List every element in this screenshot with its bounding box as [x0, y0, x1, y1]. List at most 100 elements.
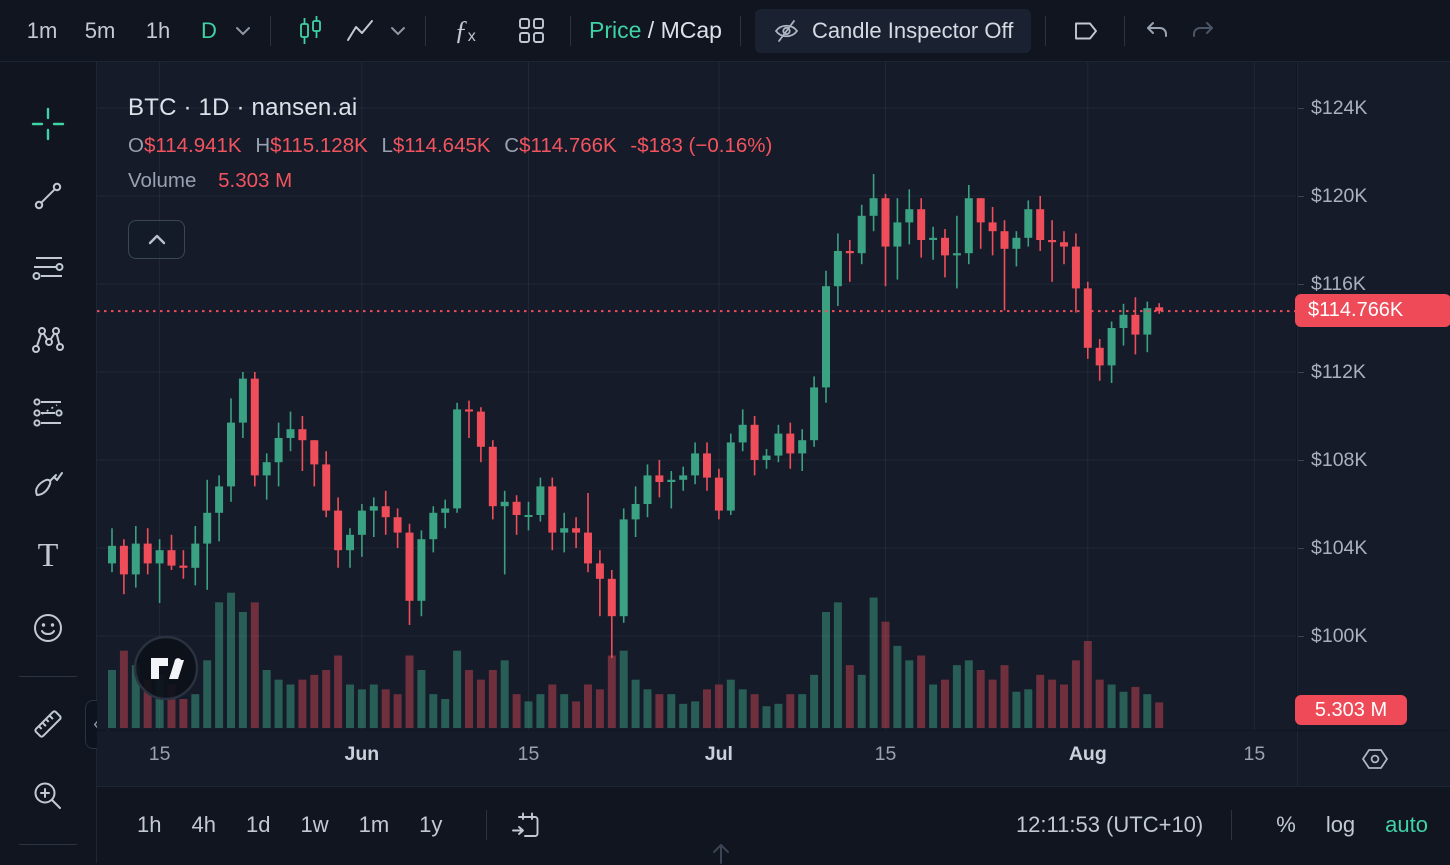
volume-bar: [1024, 689, 1032, 728]
candle: [1001, 220, 1009, 310]
timeframe-1m-button[interactable]: 1m: [20, 9, 64, 53]
candle: [287, 412, 295, 452]
volume-bar: [810, 675, 818, 728]
candle-inspector-toggle[interactable]: Candle Inspector Off: [755, 9, 1031, 53]
mcap-toggle-label[interactable]: MCap: [661, 17, 722, 44]
text-tool-icon[interactable]: T: [24, 532, 72, 580]
volume-bar: [1001, 665, 1009, 728]
layout-grid-icon[interactable]: [512, 9, 550, 53]
pane-arrow-up-icon: [706, 841, 736, 865]
price-toggle-label[interactable]: Price: [589, 17, 641, 44]
candle: [834, 233, 842, 306]
candle: [620, 508, 628, 622]
volume-bar: [322, 670, 330, 728]
volume-bar: [239, 612, 247, 728]
candle: [989, 207, 997, 255]
volume-bar: [227, 593, 235, 728]
log-scale-button[interactable]: log: [1326, 812, 1355, 838]
forecast-tool-icon[interactable]: [24, 388, 72, 436]
indicators-fx-icon[interactable]: ƒx: [446, 9, 484, 53]
candlestick-chart[interactable]: [97, 62, 1296, 730]
divider: [19, 844, 77, 845]
timeframe-5m-button[interactable]: 5m: [78, 9, 122, 53]
candle: [441, 500, 449, 529]
volume-bar: [893, 646, 901, 728]
volume-bar: [834, 602, 842, 728]
candle: [846, 240, 854, 282]
crosshair-tool-icon[interactable]: [24, 100, 72, 148]
chart-type-dropdown-chevron-icon[interactable]: [387, 9, 409, 53]
timeframe-dropdown-chevron-icon[interactable]: [232, 9, 254, 53]
candle: [156, 539, 164, 603]
candle: [108, 528, 116, 572]
volume-bar: [929, 685, 937, 729]
price-axis[interactable]: $114.766K 5.303 M $124K$120K$116K$112K$1…: [1297, 62, 1450, 730]
price-tick-label: $100K: [1311, 625, 1367, 648]
volume-bar: [453, 651, 461, 728]
hexagon-eye-icon[interactable]: [1360, 745, 1390, 773]
trend-line-tool-icon[interactable]: [24, 172, 72, 220]
horizontal-lines-tool-icon[interactable]: [24, 244, 72, 292]
emoji-tool-icon[interactable]: [24, 604, 72, 652]
callout-tool-icon[interactable]: [1066, 9, 1104, 53]
xabcd-pattern-tool-icon[interactable]: [24, 316, 72, 364]
volume-bar: [548, 685, 556, 729]
price-tick-mark: [1298, 196, 1304, 197]
candle: [406, 524, 414, 625]
clock-utc-button[interactable]: 12:11:53 (UTC+10): [1016, 812, 1203, 838]
candle: [810, 376, 818, 446]
price-tick-mark: [1298, 636, 1304, 637]
candle: [382, 491, 390, 535]
range-1h-button[interactable]: 1h: [137, 812, 161, 838]
divider: [425, 16, 426, 46]
candle: [477, 407, 485, 462]
range-1m-button[interactable]: 1m: [359, 812, 390, 838]
candle: [596, 550, 604, 616]
volume-bar: [798, 694, 806, 728]
candle: [132, 526, 140, 588]
zoom-in-tool-icon[interactable]: [24, 772, 72, 820]
go-to-date-icon[interactable]: [507, 803, 545, 847]
percent-scale-button[interactable]: %: [1276, 812, 1296, 838]
tradingview-watermark[interactable]: [135, 637, 197, 699]
candlestick-chart-type-icon[interactable]: [291, 9, 329, 53]
undo-button[interactable]: [1139, 9, 1175, 53]
candle: [655, 460, 663, 497]
candle: [1048, 220, 1056, 282]
volume-bar: [751, 694, 759, 728]
volume-bar: [917, 656, 925, 729]
timeframe-1d-button[interactable]: D: [194, 9, 224, 53]
divider: [270, 16, 271, 46]
volume-bar: [406, 656, 414, 729]
candle-inspector-label: Candle Inspector Off: [812, 18, 1013, 44]
volume-bar: [691, 701, 699, 728]
axis-corner: [1297, 731, 1450, 786]
price-mcap-toggle[interactable]: Price / MCap: [589, 9, 722, 53]
auto-scale-button[interactable]: auto: [1385, 812, 1428, 838]
brush-tool-icon[interactable]: [24, 460, 72, 508]
candle: [191, 526, 199, 585]
range-1w-button[interactable]: 1w: [300, 812, 328, 838]
candle: [179, 550, 187, 579]
volume-bar: [108, 670, 116, 728]
range-4h-button[interactable]: 4h: [191, 812, 215, 838]
legend-collapse-button[interactable]: [128, 220, 185, 259]
timeframe-1h-button[interactable]: 1h: [136, 9, 180, 53]
range-1y-button[interactable]: 1y: [419, 812, 442, 838]
line-chart-type-icon[interactable]: [341, 9, 379, 53]
drawing-tools-sidebar: T: [0, 62, 97, 863]
candle: [429, 506, 437, 552]
volume-bar: [417, 670, 425, 728]
time-axis[interactable]: 15Jun15Jul15Aug15: [97, 731, 1297, 786]
range-1d-button[interactable]: 1d: [246, 812, 270, 838]
price-tick-label: $104K: [1311, 537, 1367, 560]
chart-pane[interactable]: [97, 62, 1296, 730]
candle: [310, 440, 318, 486]
redo-button[interactable]: [1185, 9, 1221, 53]
volume-bar: [203, 660, 211, 728]
time-tick-label: Jun: [345, 743, 380, 766]
volume-bar: [489, 670, 497, 728]
ruler-tool-icon[interactable]: [24, 700, 72, 748]
candle: [1131, 297, 1139, 354]
candle: [501, 491, 509, 575]
